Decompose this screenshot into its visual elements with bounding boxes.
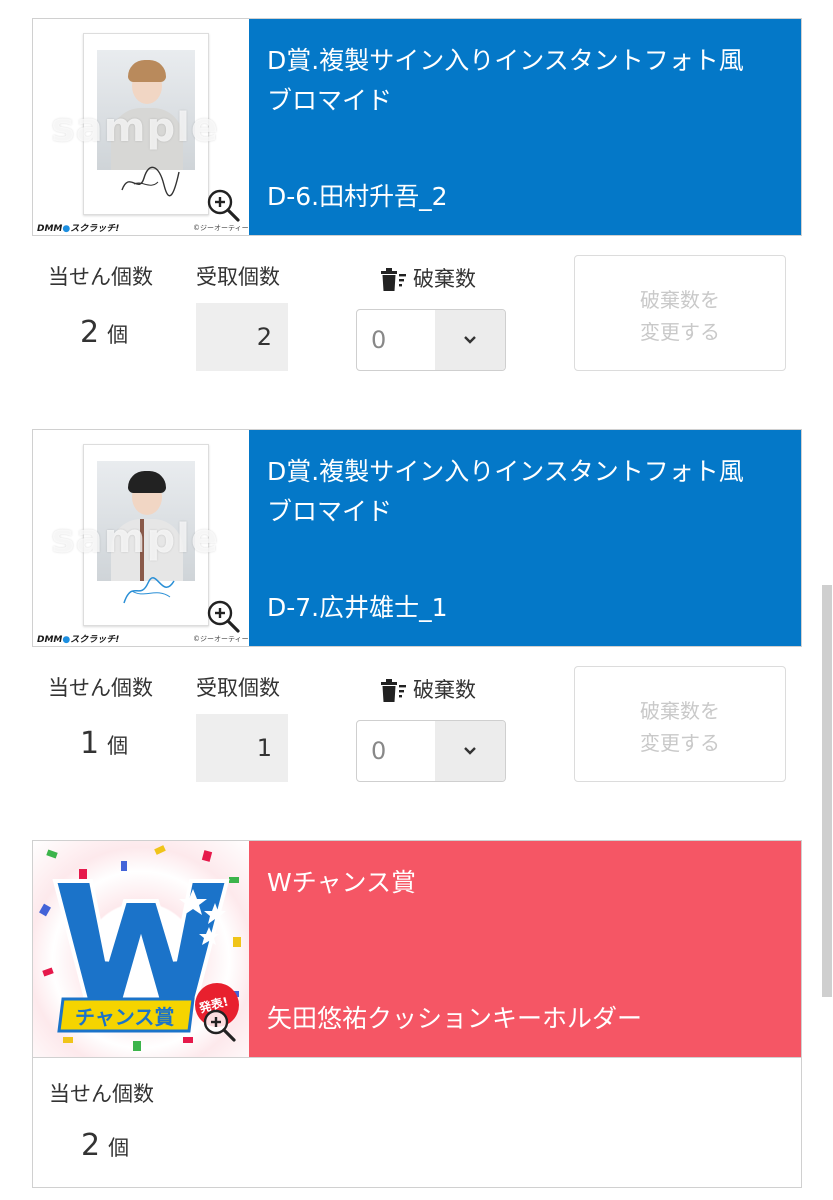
trash-icon (381, 679, 406, 702)
zoom-in-icon[interactable] (205, 187, 241, 223)
prize-title: D賞.複製サイン入りインスタントフォト風 ブロマイド (267, 457, 744, 526)
discard-count-value: 0 (371, 737, 387, 765)
w-chance-thumbnail[interactable]: チャンス賞 発表! (33, 841, 249, 1057)
prize-card-d6: sample DMM●スクラッチ! ©ジーオーティー D賞.複製サイン入りインス… (32, 18, 802, 236)
received-count-label: 受取個数 (196, 265, 280, 289)
discard-count-select[interactable]: 0 (356, 720, 506, 782)
received-count-field[interactable]: 2 (196, 303, 288, 371)
prize-info: Wチャンス賞 矢田悠祐クッションキーホルダー (249, 841, 801, 1057)
prize-thumbnail[interactable]: sample DMM●スクラッチ! ©ジーオーティー (33, 430, 249, 646)
change-discard-button[interactable]: 破棄数を 変更する (574, 666, 786, 782)
prize-card-w-chance: チャンス賞 発表! Wチャンス賞 矢田悠祐クッションキーホルダー (32, 840, 802, 1058)
signature-graphic (121, 166, 180, 197)
prize-thumbnail[interactable]: sample DMM●スクラッチ! ©ジーオーティー (33, 19, 249, 235)
prize-controls-d7: 当せん個数 1個 受取個数 1 破棄数 0 破棄数を 変更する (32, 666, 802, 796)
prize-item-name: 矢田悠祐クッションキーホルダー (267, 1004, 643, 1033)
trash-icon (381, 268, 406, 291)
zoom-in-icon[interactable] (205, 598, 241, 634)
received-count-label: 受取個数 (196, 676, 280, 700)
prize-title: Wチャンス賞 (267, 868, 416, 897)
copyright-text: ©ジーオーティー (193, 224, 249, 232)
prize-item-name: D-6.田村升吾_2 (267, 182, 448, 211)
prize-item-name: D-7.広井雄士_1 (267, 593, 448, 622)
w-chance-banner-label: チャンス賞 (75, 1005, 175, 1029)
prize-card-d7: sample DMM●スクラッチ! ©ジーオーティー D賞.複製サイン入りインス… (32, 429, 802, 647)
sample-watermark: sample (51, 105, 219, 151)
chevron-down-icon (464, 747, 476, 755)
discard-label: 破棄数 (379, 674, 476, 704)
won-count-label: 当せん個数 (48, 676, 153, 700)
discard-count-select[interactable]: 0 (356, 309, 506, 371)
won-count: 1個 (80, 726, 129, 761)
dmm-scratch-logo: DMM●スクラッチ! (37, 224, 120, 234)
won-count-label: 当せん個数 (48, 265, 153, 289)
discard-label: 破棄数 (379, 263, 476, 293)
zoom-in-icon[interactable] (201, 1007, 237, 1043)
signature-graphic (123, 577, 175, 604)
prize-title: D賞.複製サイン入りインスタントフォト風 ブロマイド (267, 46, 744, 115)
select-arrow[interactable] (435, 721, 505, 781)
scrollbar[interactable] (822, 585, 832, 997)
copyright-text: ©ジーオーティー (193, 635, 249, 643)
chevron-down-icon (464, 336, 476, 344)
change-discard-button[interactable]: 破棄数を 変更する (574, 255, 786, 371)
prize-info: D賞.複製サイン入りインスタントフォト風 ブロマイド D-6.田村升吾_2 (249, 19, 801, 235)
received-count-field[interactable]: 1 (196, 714, 288, 782)
dmm-scratch-logo: DMM●スクラッチ! (37, 635, 120, 645)
select-arrow[interactable] (435, 310, 505, 370)
sample-watermark: sample (51, 516, 219, 562)
prize-info: D賞.複製サイン入りインスタントフォト風 ブロマイド D-7.広井雄士_1 (249, 430, 801, 646)
won-count-label: 当せん個数 (49, 1082, 154, 1106)
won-count: 2個 (81, 1128, 130, 1163)
won-count: 2個 (80, 315, 129, 350)
prize-controls-d6: 当せん個数 2個 受取個数 2 破棄数 0 破棄数を 変更する (32, 255, 802, 385)
w-chance-controls: 当せん個数 2個 (32, 1056, 802, 1188)
discard-count-value: 0 (371, 326, 387, 354)
